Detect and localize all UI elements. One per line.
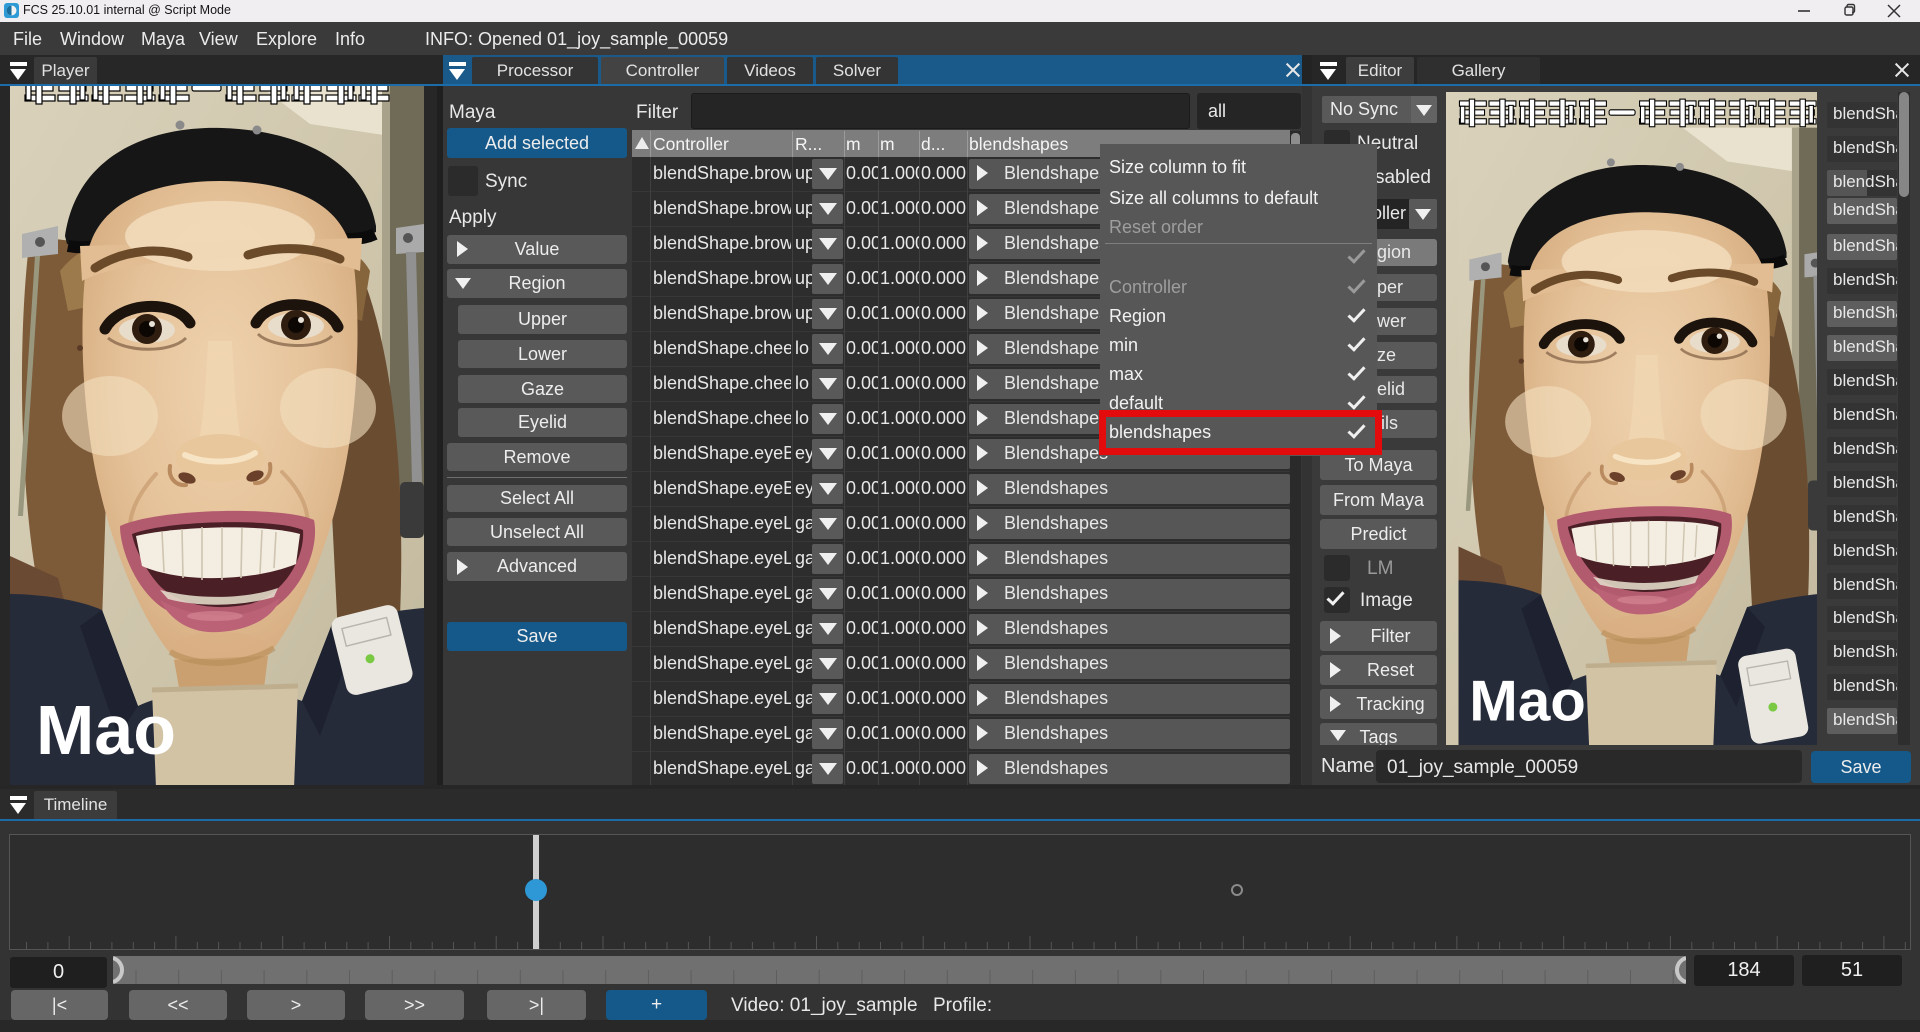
svg-text:Mao: Mao <box>1469 668 1585 733</box>
svg-text:Mao: Mao <box>36 691 176 769</box>
